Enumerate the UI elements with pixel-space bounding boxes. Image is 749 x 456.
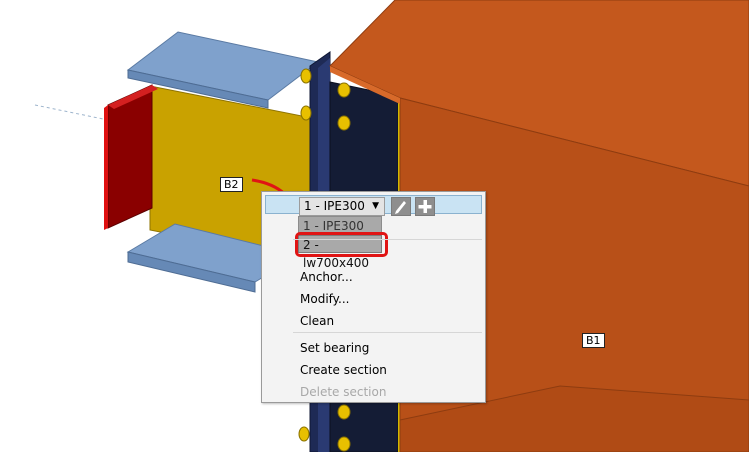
- bolt: [337, 82, 351, 98]
- bolt: [300, 105, 312, 121]
- menu-item-set-bearing[interactable]: Set bearing: [300, 340, 369, 356]
- plus-icon: [418, 200, 432, 213]
- edit-section-button[interactable]: [391, 197, 411, 216]
- section-select-value: 1 - IPE300: [304, 199, 365, 213]
- bolt: [298, 426, 310, 442]
- add-section-button[interactable]: [415, 197, 435, 216]
- annotation-highlight-ring: [295, 232, 388, 257]
- menu-separator: [293, 239, 482, 240]
- 3d-viewport[interactable]: B2 B1 1 - IPE300 ▼ 1 - IPE300 2 - lw700x…: [0, 0, 749, 453]
- end-plate-edge: [104, 105, 108, 230]
- member-label-b1[interactable]: B1: [582, 333, 605, 348]
- bolt: [300, 68, 312, 84]
- menu-item-create-section[interactable]: Create section: [300, 362, 387, 378]
- menu-separator: [293, 332, 482, 333]
- menu-item-modify[interactable]: Modify...: [300, 291, 350, 307]
- bolt: [337, 404, 351, 420]
- section-select[interactable]: 1 - IPE300 ▼: [299, 197, 385, 216]
- menu-item-anchor[interactable]: Anchor...: [300, 269, 353, 285]
- menu-item-delete-section: Delete section: [300, 385, 387, 399]
- pencil-icon: [395, 201, 406, 214]
- context-menu-header: 1 - IPE300 ▼: [265, 195, 482, 216]
- member-label-b2[interactable]: B2: [220, 177, 243, 192]
- bolt: [337, 436, 351, 452]
- bolt: [337, 115, 351, 131]
- dropdown-arrow-icon[interactable]: ▼: [372, 198, 379, 215]
- context-menu: 1 - IPE300 ▼ 1 - IPE300 2 - lw700x400 An…: [261, 191, 486, 403]
- menu-item-clean[interactable]: Clean: [300, 313, 334, 329]
- member-axis-line: [34, 104, 109, 121]
